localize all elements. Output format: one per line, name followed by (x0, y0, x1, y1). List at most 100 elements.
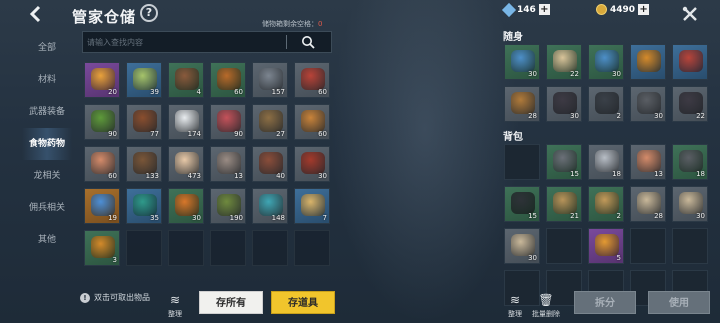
sidebar-item-all[interactable]: 全部 (22, 32, 72, 64)
warehouse-slot[interactable]: 174 (168, 104, 204, 140)
carry-slot[interactable]: 30 (546, 86, 582, 122)
warehouse-sort-button[interactable]: ≋ 整理 (164, 293, 186, 319)
sidebar-item-other[interactable]: 其他 (22, 224, 72, 256)
sidebar-item-food[interactable]: 食物药物 (22, 128, 72, 160)
warehouse-slot[interactable]: 40 (252, 146, 288, 182)
item-count: 30 (192, 214, 201, 222)
tools-button[interactable] (682, 6, 698, 26)
bag-slot[interactable] (630, 228, 666, 264)
item-count: 18 (612, 170, 621, 178)
warehouse-slot[interactable]: 148 (252, 188, 288, 224)
warehouse-slot[interactable]: 39 (126, 62, 162, 98)
warehouse-slot[interactable]: 90 (84, 104, 120, 140)
blue-cloth-icon (595, 50, 619, 72)
branch-icon (259, 110, 283, 132)
warehouse-slot[interactable]: 20 (84, 62, 120, 98)
warehouse-slot[interactable]: 60 (210, 62, 246, 98)
plank-icon (595, 192, 619, 214)
bag-slot[interactable]: 28 (630, 186, 666, 222)
search-input[interactable] (87, 34, 282, 50)
carry-slot[interactable] (630, 44, 666, 80)
warehouse-slot[interactable]: 35 (126, 188, 162, 224)
item-count: 30 (318, 172, 327, 180)
warehouse-slot[interactable]: 30 (294, 146, 330, 182)
bag-slot[interactable]: 5 (588, 228, 624, 264)
help-button[interactable]: ? (140, 4, 158, 22)
bag-slot[interactable]: 18 (672, 144, 708, 180)
bag-slot[interactable] (672, 228, 708, 264)
item-count: 60 (234, 88, 243, 96)
item-count: 28 (528, 112, 537, 120)
use-button[interactable]: 使用 (648, 291, 710, 314)
batch-delete-label: 批量删除 (532, 310, 560, 318)
warehouse-slot[interactable]: 77 (126, 104, 162, 140)
carry-slot[interactable]: 22 (672, 86, 708, 122)
warehouse-slot[interactable] (252, 230, 288, 266)
bag-slot[interactable]: 30 (504, 228, 540, 264)
sidebar-item-mercenary[interactable]: 佣兵相关 (22, 192, 72, 224)
search-icon[interactable] (301, 35, 315, 49)
bag-slot[interactable]: 15 (504, 186, 540, 222)
carry-slot[interactable]: 30 (504, 44, 540, 80)
warehouse-slot[interactable] (126, 230, 162, 266)
bag-sort-button[interactable]: ≋ 整理 (504, 293, 526, 319)
warehouse-slot[interactable]: 60 (294, 62, 330, 98)
warehouse-slot[interactable]: 473 (168, 146, 204, 182)
sidebar-item-dragon[interactable]: 龙相关 (22, 160, 72, 192)
warehouse-slot[interactable]: 27 (252, 104, 288, 140)
bag-slot[interactable]: 18 (588, 144, 624, 180)
warehouse-slot[interactable]: 60 (84, 146, 120, 182)
warehouse-slot[interactable]: 19 (84, 188, 120, 224)
gold-coin-icon (596, 4, 607, 15)
item-count: 174 (187, 130, 201, 138)
rice-ball-icon (175, 110, 199, 132)
add-gold-button[interactable]: + (638, 4, 650, 15)
split-button[interactable]: 拆分 (574, 291, 636, 314)
blue-potion-icon (91, 194, 115, 216)
item-count: 473 (187, 172, 201, 180)
warehouse-slot[interactable] (168, 230, 204, 266)
warehouse-slot[interactable]: 133 (126, 146, 162, 182)
batch-delete-button[interactable]: 🗑 批量删除 (530, 293, 562, 319)
item-count: 40 (276, 172, 285, 180)
warehouse-slot[interactable] (210, 230, 246, 266)
sidebar-item-weapons[interactable]: 武器装备 (22, 96, 72, 128)
carry-slot[interactable]: 2 (588, 86, 624, 122)
warehouse-slot[interactable]: 30 (168, 188, 204, 224)
add-gems-button[interactable]: + (538, 4, 550, 15)
berries-icon (301, 68, 325, 90)
warehouse-slot[interactable]: 60 (294, 104, 330, 140)
item-count: 22 (696, 112, 705, 120)
warehouse-slot[interactable]: 7 (294, 188, 330, 224)
warehouse-grid: 20 39 4 60 157 60 90 77 174 90 27 60 60 133 473 13 40 30 1… (84, 62, 330, 266)
search-bar (82, 31, 332, 53)
warehouse-slot[interactable]: 13 (210, 146, 246, 182)
bag-slot[interactable]: 13 (630, 144, 666, 180)
store-items-button[interactable]: 存道具 (271, 291, 335, 314)
warehouse-slot[interactable]: 4 (168, 62, 204, 98)
sidebar-item-materials[interactable]: 材料 (22, 64, 72, 96)
store-all-button[interactable]: 存所有 (199, 291, 263, 314)
warehouse-slot[interactable] (294, 230, 330, 266)
bag-slot[interactable]: 21 (546, 186, 582, 222)
warehouse-slot[interactable]: 90 (210, 104, 246, 140)
carry-slot[interactable]: 30 (630, 86, 666, 122)
bag-slot[interactable] (504, 144, 540, 180)
bag-slot[interactable]: 30 (672, 186, 708, 222)
back-button[interactable] (28, 4, 42, 28)
leaf-food-icon (91, 110, 115, 132)
carry-slot[interactable] (672, 44, 708, 80)
carry-slot[interactable]: 28 (504, 86, 540, 122)
bag-slot[interactable]: 2 (588, 186, 624, 222)
item-count: 22 (570, 70, 579, 78)
warehouse-slot[interactable]: 157 (252, 62, 288, 98)
stack-icon: ≋ (169, 293, 181, 307)
carry-slot[interactable]: 22 (546, 44, 582, 80)
warehouse-slot[interactable]: 190 (210, 188, 246, 224)
item-count: 4 (196, 88, 201, 96)
warehouse-slot[interactable]: 3 (84, 230, 120, 266)
carry-slot[interactable]: 30 (588, 44, 624, 80)
bag-slot[interactable]: 15 (546, 144, 582, 180)
bag-slot[interactable] (546, 228, 582, 264)
search-divider (286, 35, 287, 49)
